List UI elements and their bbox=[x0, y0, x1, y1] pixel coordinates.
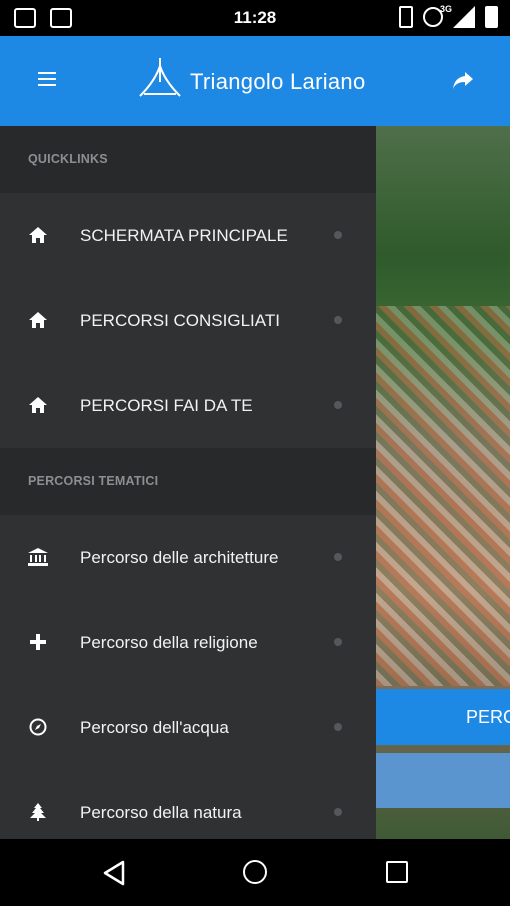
status-bar: 11:28 3G bbox=[0, 0, 510, 36]
drawer-item-label: Percorso delle architetture bbox=[80, 548, 279, 567]
hamburger-icon[interactable] bbox=[38, 72, 56, 86]
app-bar: Triangolo Lariano bbox=[0, 36, 510, 126]
indicator-dot bbox=[334, 723, 342, 731]
drawer-item-label: Percorso dell'acqua bbox=[80, 718, 229, 737]
town-roofs bbox=[376, 306, 510, 686]
indicator-dot bbox=[334, 231, 342, 239]
background-button[interactable]: PERC bbox=[376, 689, 510, 745]
drawer-item-label: PERCORSI CONSIGLIATI bbox=[80, 311, 280, 330]
section-header-percorsi-tematici: PERCORSI TEMATICI bbox=[0, 448, 376, 515]
indicator-dot bbox=[334, 553, 342, 561]
bank-icon bbox=[27, 547, 49, 567]
drawer-item-architetture[interactable]: Percorso delle architetture bbox=[0, 515, 376, 600]
signal-icon bbox=[453, 6, 475, 28]
home-circle-icon[interactable] bbox=[243, 860, 267, 884]
network-type: 3G bbox=[439, 4, 452, 14]
drawer-item-religione[interactable]: Percorso della religione bbox=[0, 600, 376, 685]
indicator-dot bbox=[334, 638, 342, 646]
vibrate-icon bbox=[399, 6, 413, 28]
drawer-item-label: Percorso della religione bbox=[80, 633, 258, 652]
plus-icon bbox=[27, 632, 49, 652]
indicator-dot bbox=[334, 401, 342, 409]
back-icon[interactable] bbox=[102, 860, 126, 886]
drawer-item-schermata-principale[interactable]: SCHERMATA PRINCIPALE bbox=[0, 193, 376, 278]
home-icon bbox=[27, 395, 49, 415]
indicator-dot bbox=[334, 316, 342, 324]
app-title: Triangolo Lariano bbox=[190, 69, 366, 94]
drawer-item-percorsi-consigliati[interactable]: PERCORSI CONSIGLIATI bbox=[0, 278, 376, 363]
recent-apps-icon[interactable] bbox=[386, 861, 408, 883]
share-icon[interactable] bbox=[452, 70, 474, 90]
home-icon bbox=[27, 310, 49, 330]
system-nav-bar bbox=[0, 839, 510, 906]
drawer-item-acqua[interactable]: Percorso dell'acqua bbox=[0, 685, 376, 770]
drawer-item-label: SCHERMATA PRINCIPALE bbox=[80, 226, 288, 245]
navigation-drawer: QUICKLINKS SCHERMATA PRINCIPALE PERCORSI… bbox=[0, 126, 376, 839]
compass-icon bbox=[27, 717, 49, 737]
home-icon bbox=[27, 225, 49, 245]
drawer-item-label: Percorso della natura bbox=[80, 803, 242, 822]
indicator-dot bbox=[334, 808, 342, 816]
battery-icon bbox=[485, 6, 498, 28]
drawer-item-label: PERCORSI FAI DA TE bbox=[80, 396, 253, 415]
background-strip bbox=[376, 753, 510, 808]
logo-icon bbox=[139, 58, 181, 97]
background-photo: PERC bbox=[376, 126, 510, 839]
drawer-item-percorsi-fai-da-te[interactable]: PERCORSI FAI DA TE bbox=[0, 363, 376, 448]
drawer-item-natura[interactable]: Percorso della natura bbox=[0, 770, 376, 839]
section-header-quicklinks: QUICKLINKS bbox=[0, 126, 376, 193]
tree-icon bbox=[27, 802, 49, 822]
